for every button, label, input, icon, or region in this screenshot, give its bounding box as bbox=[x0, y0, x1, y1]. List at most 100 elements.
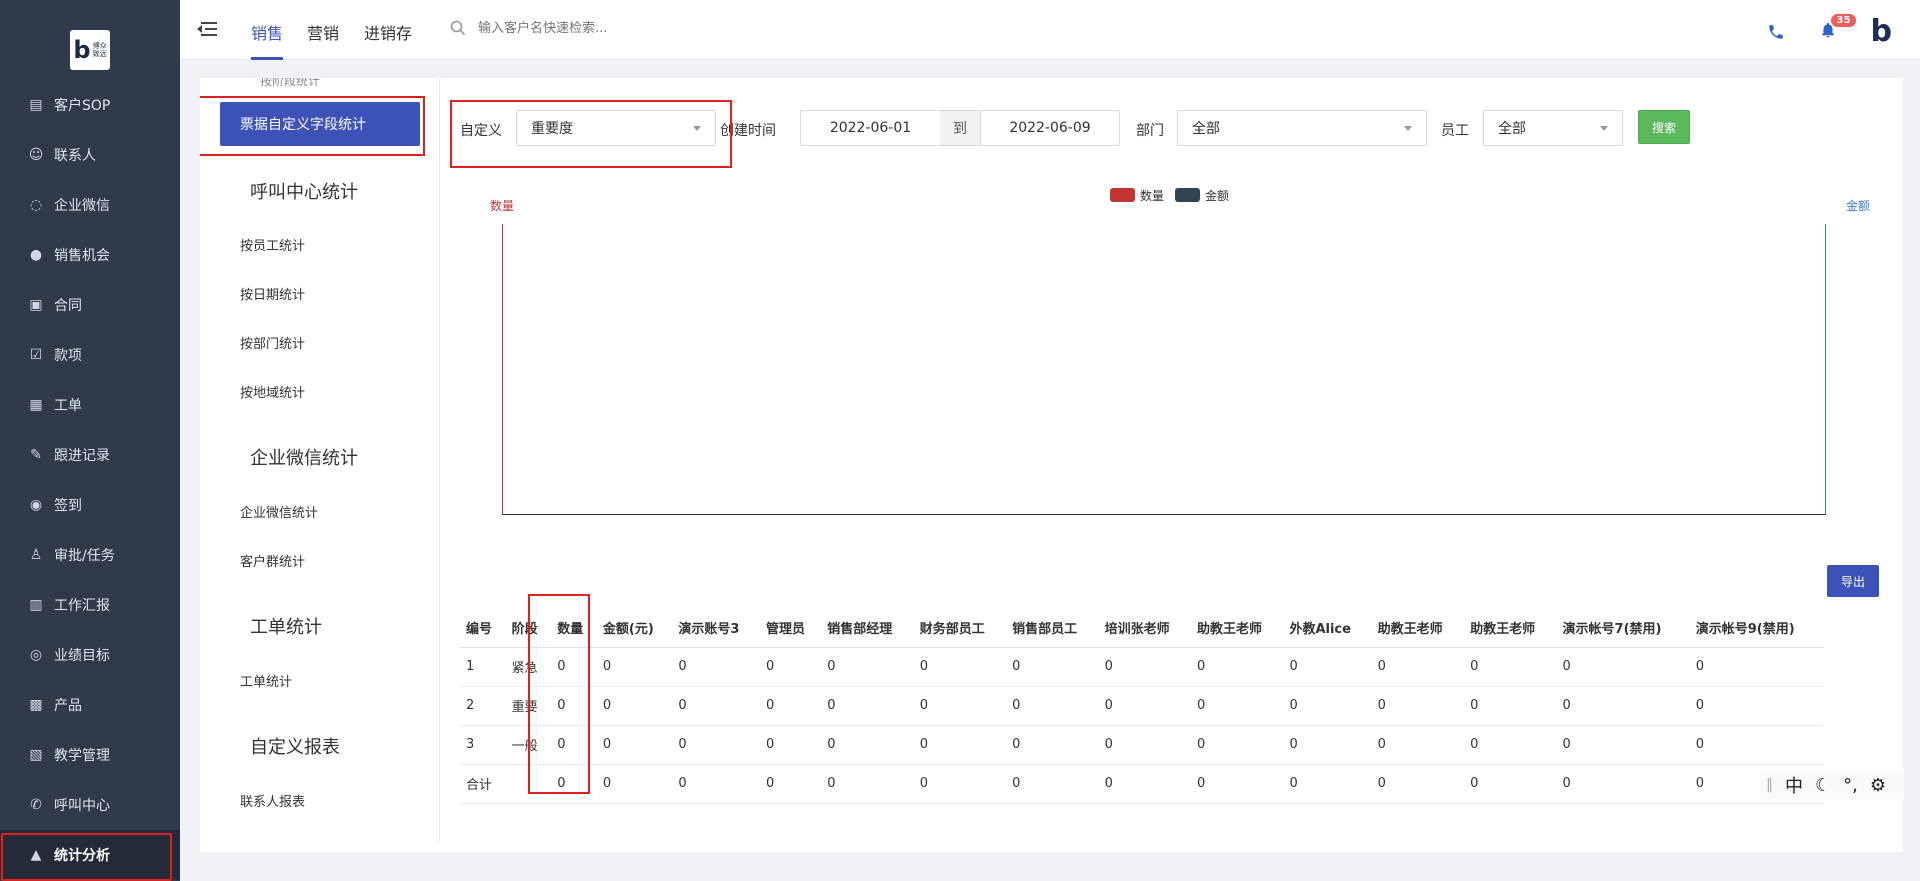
table-header-cell[interactable]: 编号 bbox=[460, 609, 506, 648]
table-header-cell[interactable]: 助教王老师 bbox=[1191, 609, 1284, 648]
table-body: 1 紧急 0 0 0 0 0 0 0 0 0 0 0 0 0 0 2 重要 0 0 0 0 0 0 0 0 0 0 0 0 0 0 3 一般 0 0 0… bbox=[460, 647, 1823, 804]
table-header-cell[interactable]: 金额(元) bbox=[596, 609, 673, 648]
export-button[interactable]: 导出 bbox=[1827, 565, 1879, 597]
table-cell: 0 bbox=[760, 686, 822, 726]
chart-svg: 数量 金额数量 金额 bbox=[490, 188, 1870, 515]
nav-item-0[interactable]: ▤ 客户SOP bbox=[0, 80, 180, 130]
nav-item-8[interactable]: ◉ 签到 bbox=[0, 480, 180, 530]
nav-item-7[interactable]: ✎ 跟进记录 bbox=[0, 430, 180, 480]
table-cell: 0 bbox=[1371, 686, 1465, 726]
table-cell: 1 bbox=[460, 647, 506, 687]
nav-item-10[interactable]: ▥ 工作汇报 bbox=[0, 580, 180, 630]
table-header-cell[interactable]: 助教王老师 bbox=[1464, 609, 1557, 648]
nav-item-14[interactable]: ✆ 呼叫中心 bbox=[0, 780, 180, 830]
stats-table: 编号 阶段 数量 金额(元) 演示账号3 管理员 销售部经理 财务部员工 销售部员工 培训张老师助… bbox=[460, 609, 1823, 804]
staff-label: 员工 bbox=[1441, 123, 1469, 139]
nav-item-6[interactable]: ▦ 工单 bbox=[0, 380, 180, 430]
ime-lang-toggle[interactable]: 中 bbox=[1785, 772, 1803, 798]
table-cell: 0 bbox=[1689, 725, 1823, 765]
highlight-custom-filter bbox=[450, 100, 732, 168]
top-icons: 35 b bbox=[1767, 13, 1892, 49]
y-axis-left-label: 数量 bbox=[490, 198, 514, 213]
chevron-down-icon bbox=[1404, 126, 1412, 131]
table-header-cell[interactable]: 演示帐号9(禁用) bbox=[1689, 609, 1823, 648]
date-from-input[interactable]: 2022-06-01 bbox=[800, 110, 941, 146]
table-header-cell[interactable]: 销售部员工 bbox=[1006, 609, 1099, 648]
table-header-cell[interactable]: 演示帐号7(禁用) bbox=[1556, 609, 1690, 648]
table-cell: 0 bbox=[821, 686, 914, 726]
subnav-link-contact-report[interactable]: 联系人报表 bbox=[240, 791, 305, 810]
subnav-link-by-dept[interactable]: 按部门统计 bbox=[240, 333, 305, 352]
nav-item-5[interactable]: ☑ 款项 bbox=[0, 330, 180, 380]
phone-icon[interactable] bbox=[1767, 23, 1785, 41]
table-header-cell[interactable]: 培训张老师 bbox=[1098, 609, 1192, 648]
subnav-link-by-date[interactable]: 按日期统计 bbox=[240, 284, 305, 303]
nav-item-4[interactable]: ▣ 合同 bbox=[0, 280, 180, 330]
search-icon bbox=[450, 20, 466, 36]
subnav-link-ticket-stats[interactable]: 工单统计 bbox=[240, 671, 292, 690]
table-cell: 0 bbox=[1556, 725, 1690, 765]
subnav-link-wecom-stats[interactable]: 企业微信统计 bbox=[240, 502, 318, 521]
tab-marketing[interactable]: 营销 bbox=[307, 20, 339, 60]
subnav-link-group-stats[interactable]: 客户群统计 bbox=[240, 551, 305, 570]
table-cell: 0 bbox=[1689, 686, 1823, 726]
table-header-cell[interactable]: 助教王老师 bbox=[1371, 609, 1465, 648]
subnav-item-ticket-custom-field-stats[interactable]: 票据自定义字段统计 bbox=[200, 96, 425, 156]
edit-icon: ✎ bbox=[30, 447, 42, 463]
date-to-input[interactable]: 2022-06-09 bbox=[980, 110, 1120, 146]
table-cell: 0 bbox=[1464, 725, 1557, 765]
nav-item-9[interactable]: ♙ 审批/任务 bbox=[0, 530, 180, 580]
table-cell: 0 bbox=[1006, 725, 1099, 765]
table-header-cell[interactable]: 管理员 bbox=[760, 609, 822, 648]
table-row: 1 紧急 0 0 0 0 0 0 0 0 0 0 0 0 0 0 bbox=[460, 647, 1823, 687]
menu-collapse-icon[interactable] bbox=[197, 20, 217, 38]
tab-inventory[interactable]: 进销存 bbox=[364, 20, 412, 60]
brand-logo[interactable]: b bbox=[1871, 14, 1892, 49]
search-button[interactable]: 搜索 bbox=[1638, 110, 1690, 144]
search-input[interactable] bbox=[478, 20, 738, 36]
moon-icon[interactable]: ☾ bbox=[1815, 775, 1831, 796]
notification-badge: 35 bbox=[1830, 13, 1857, 27]
table-cell: 0 bbox=[1283, 647, 1372, 687]
nav-item-2[interactable]: ◌ 企业微信 bbox=[0, 180, 180, 230]
table-cell: 0 bbox=[596, 725, 673, 765]
table-cell: 0 bbox=[1689, 647, 1823, 687]
subnav-group-custom-report: 自定义报表 bbox=[250, 737, 340, 758]
target-icon: ◎ bbox=[29, 647, 43, 663]
subnav-link-by-region[interactable]: 按地域统计 bbox=[240, 382, 305, 401]
dept-select[interactable]: 全部 bbox=[1177, 110, 1427, 146]
ime-toolbar: ‖ 中 ☾ °, ⚙ bbox=[1760, 771, 1904, 799]
grid-icon: ▩ bbox=[29, 697, 43, 713]
nav-item-label: 企业微信 bbox=[54, 198, 110, 214]
gear-icon[interactable]: ⚙ bbox=[1870, 775, 1886, 796]
nav-item-3[interactable]: ● 销售机会 bbox=[0, 230, 180, 280]
teaching-icon: ▧ bbox=[29, 747, 43, 763]
staff-select[interactable]: 全部 bbox=[1483, 110, 1623, 146]
chevron-down-icon bbox=[1600, 126, 1608, 131]
table-cell: 0 bbox=[1283, 764, 1372, 804]
nav-item-13[interactable]: ▧ 教学管理 bbox=[0, 730, 180, 780]
subnav-cut-item[interactable]: 按阶段统计 bbox=[260, 78, 320, 89]
notification-bell[interactable]: 35 bbox=[1819, 13, 1857, 44]
table-cell: 0 bbox=[913, 686, 1007, 726]
nav-item-15[interactable]: ▲ 统计分析 bbox=[0, 830, 180, 881]
table-header-cell[interactable]: 外教Alice bbox=[1283, 609, 1372, 648]
table-cell: 0 bbox=[1191, 764, 1284, 804]
tab-sales[interactable]: 销售 bbox=[251, 20, 284, 60]
table-cell: 合计 bbox=[460, 764, 506, 804]
ime-punct-toggle[interactable]: °, bbox=[1843, 775, 1858, 796]
ime-handle-icon[interactable]: ‖ bbox=[1766, 777, 1773, 793]
nav-item-12[interactable]: ▩ 产品 bbox=[0, 680, 180, 730]
subnav-group-call-center: 呼叫中心统计 bbox=[250, 182, 358, 203]
table-header-cell[interactable]: 销售部经理 bbox=[821, 609, 914, 648]
nav-item-label: 产品 bbox=[54, 698, 82, 714]
table-header-cell[interactable]: 财务部员工 bbox=[913, 609, 1007, 648]
table-header-cell[interactable]: 演示账号3 bbox=[672, 609, 761, 648]
app-logo[interactable]: b 博众 致远 bbox=[70, 30, 110, 70]
nav-item-11[interactable]: ◎ 业绩目标 bbox=[0, 630, 180, 680]
table-cell: 0 bbox=[672, 686, 761, 726]
table-cell: 0 bbox=[821, 764, 914, 804]
subnav-link-by-staff[interactable]: 按员工统计 bbox=[240, 235, 305, 254]
table-row: 合计 0 0 0 0 0 0 0 0 0 0 0 0 0 0 bbox=[460, 764, 1823, 804]
nav-item-1[interactable]: ☺ 联系人 bbox=[0, 130, 180, 180]
